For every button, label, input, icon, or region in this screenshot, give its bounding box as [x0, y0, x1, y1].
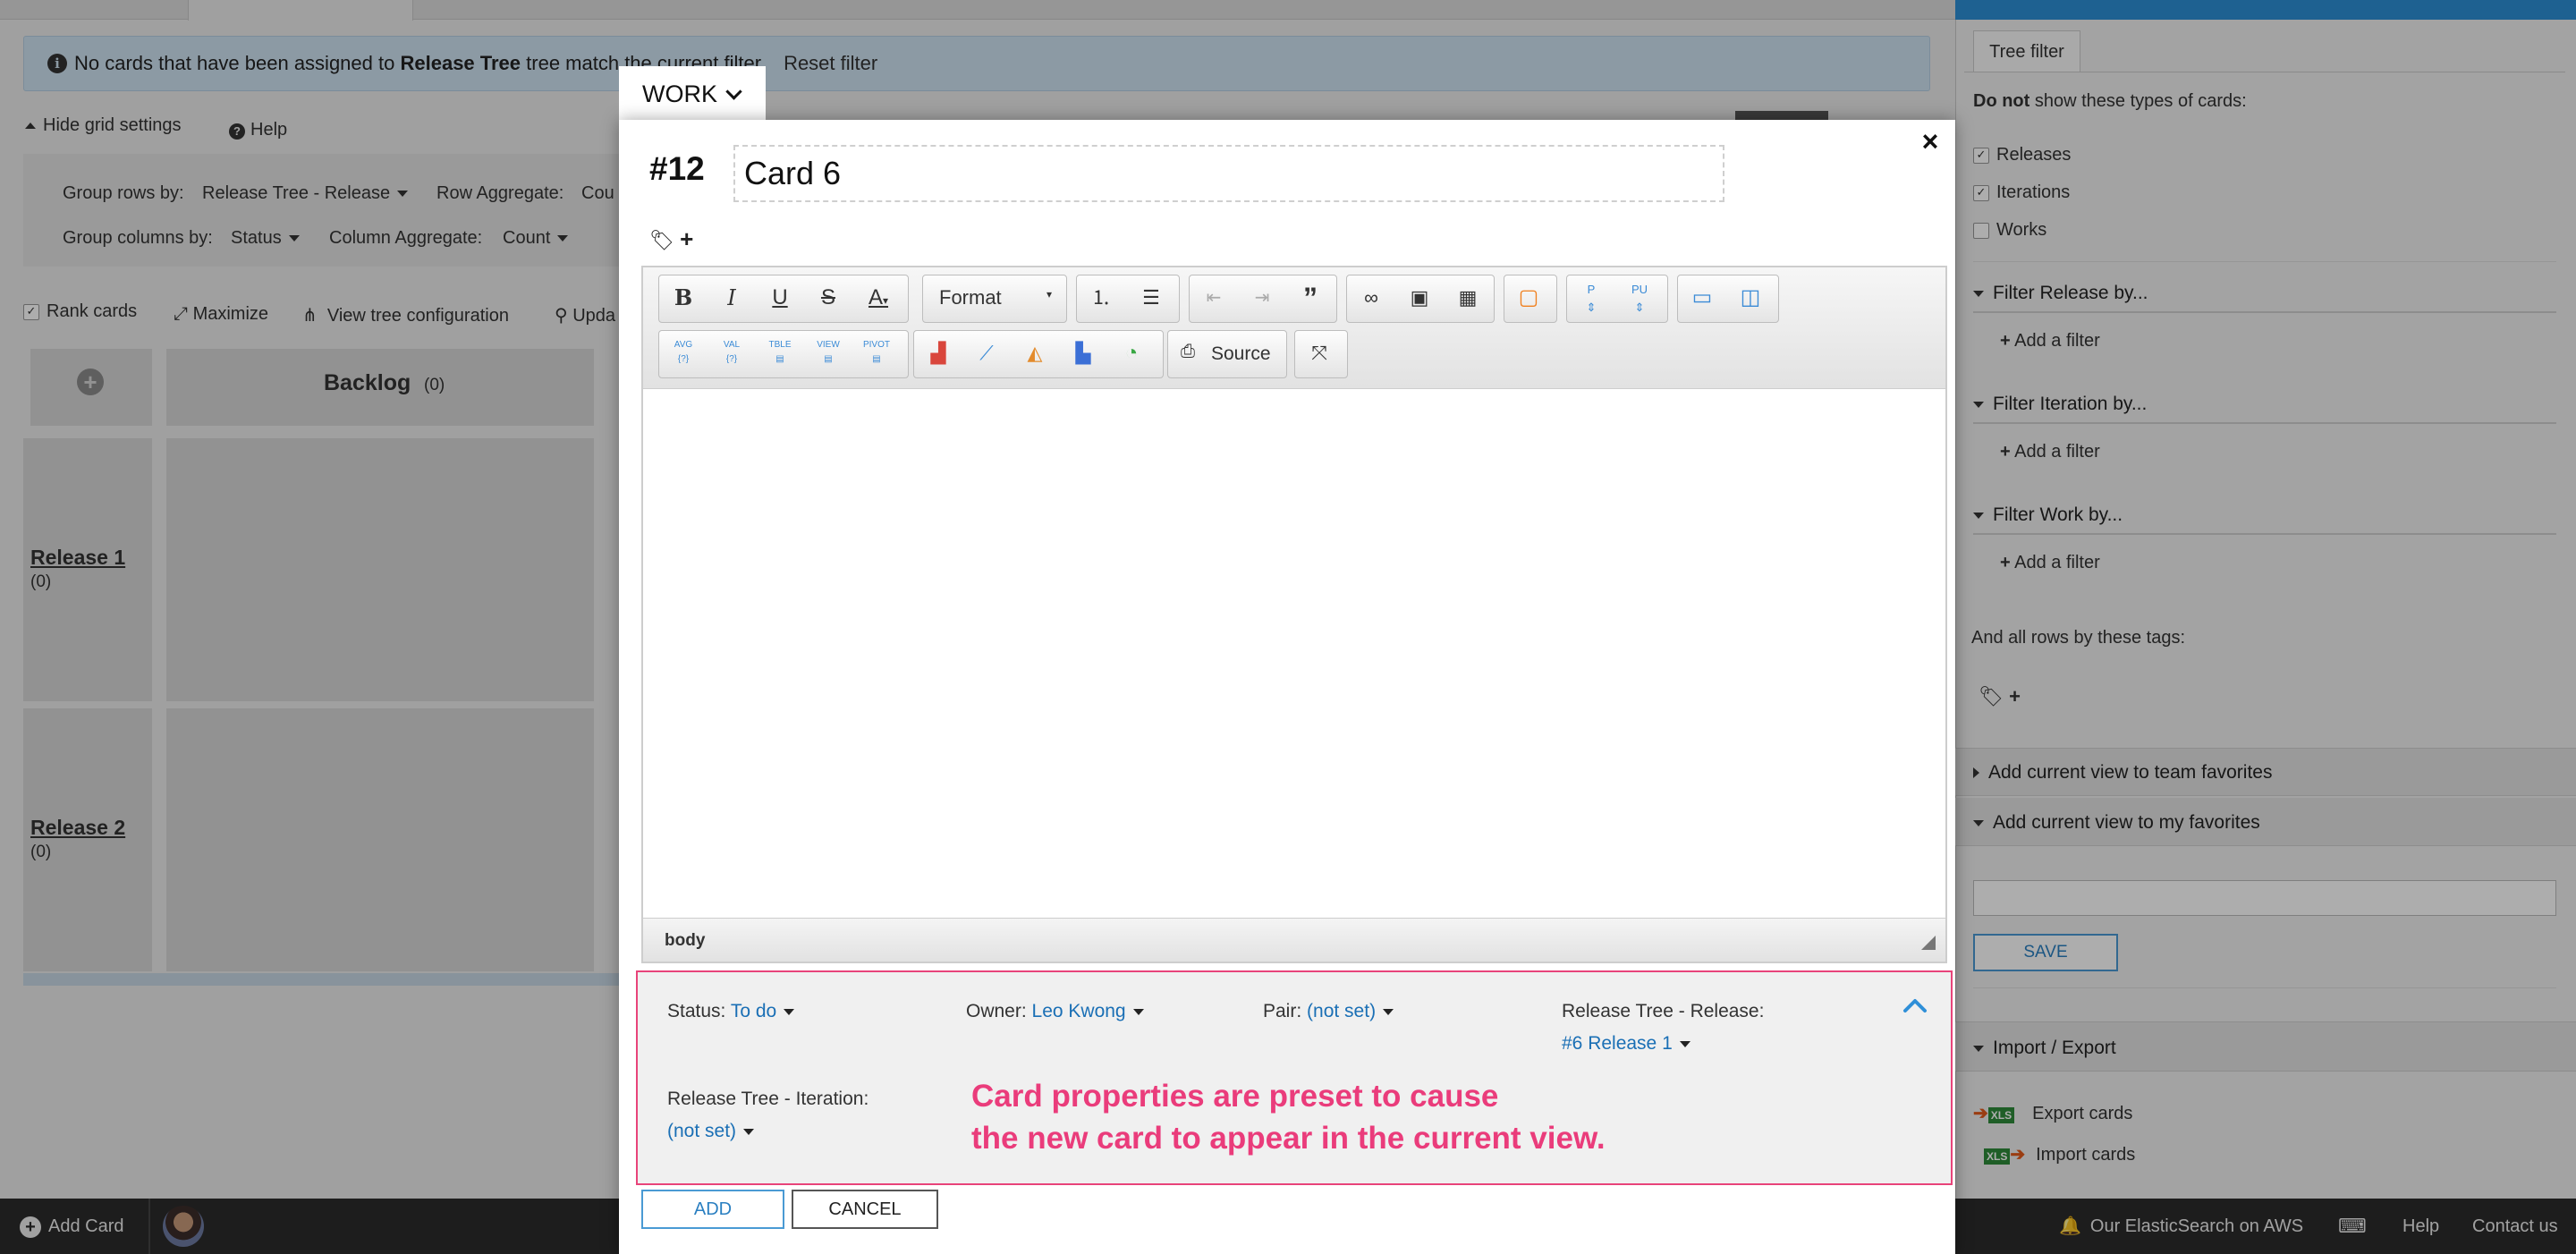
close-icon[interactable]: × [1914, 123, 1946, 159]
column-chart-icon[interactable]: ▙ [1063, 333, 1104, 374]
insert-group: ∞ ▣ ▦ [1346, 275, 1495, 323]
status-value[interactable]: To do [731, 1001, 776, 1021]
iteration-value[interactable]: (not set) [667, 1121, 736, 1141]
italic-button[interactable]: I [711, 277, 752, 318]
status-label: Status: [667, 1001, 726, 1021]
pair-label: Pair: [1263, 1001, 1302, 1021]
line-chart-icon[interactable]: ⟋ [966, 333, 1007, 374]
tags-icon: 🏷 [649, 229, 674, 251]
maximize-view-icon[interactable]: ▭ [1682, 277, 1723, 318]
cancel-button[interactable]: CANCEL [792, 1190, 938, 1229]
owner-label: Owner: [966, 1001, 1027, 1021]
release-property: #6 Release 1 [1562, 1033, 1690, 1055]
bulleted-list-icon[interactable]: ☰ [1131, 277, 1172, 318]
iframe-icon[interactable]: ▢ [1508, 277, 1549, 318]
element-path[interactable]: body [665, 931, 705, 950]
iteration-label: Release Tree - Iteration: [667, 1089, 869, 1109]
show-blocks-icon[interactable]: ◫ [1730, 277, 1771, 318]
chevron-down-icon [725, 83, 742, 100]
format-label: Format [939, 286, 1002, 309]
pivot-field-icon[interactable]: PIVOT ▤ [856, 333, 897, 379]
format-select[interactable]: Format ▾ [922, 275, 1067, 323]
card-tags-add[interactable]: 🏷 + [649, 225, 693, 253]
caret-down-icon[interactable] [1383, 1008, 1394, 1015]
iteration-property: (not set) [667, 1121, 755, 1142]
blockquote-icon[interactable]: ” [1290, 277, 1331, 318]
card-title-input[interactable]: Card 6 [733, 145, 1724, 202]
caret-down-icon[interactable] [784, 1008, 795, 1015]
add-button[interactable]: ADD [641, 1190, 784, 1229]
numbered-list-icon[interactable]: ⒈ [1080, 277, 1122, 318]
fullscreen-group: ⤧ [1294, 330, 1348, 378]
increase-indent-icon[interactable]: ⇥ [1241, 277, 1283, 318]
pair-value[interactable]: (not set) [1307, 1001, 1376, 1021]
area-chart-icon[interactable]: ◭ [1014, 333, 1055, 374]
table-field-icon[interactable]: TBLE ▤ [759, 333, 801, 379]
image-icon[interactable]: ▣ [1399, 277, 1440, 318]
decrease-indent-icon[interactable]: ⇤ [1193, 277, 1234, 318]
annotation-line-2: the new card to appear in the current vi… [971, 1121, 1606, 1156]
basic-styles-group: B I U S A▾ [658, 275, 909, 323]
table-icon[interactable]: ▦ [1447, 277, 1488, 318]
page-break-p-icon[interactable]: P ⇕ [1571, 277, 1612, 322]
annotation-callout: Card properties are preset to cause the … [971, 1075, 1606, 1159]
owner-property: Owner: Leo Kwong [966, 1001, 1144, 1022]
list-group: ⒈ ☰ [1076, 275, 1180, 323]
release-label: Release Tree - Release: [1562, 1001, 1765, 1021]
caret-down-icon[interactable] [1132, 1008, 1144, 1015]
editor-content-area[interactable] [643, 390, 1945, 918]
bold-button[interactable]: B [663, 277, 704, 318]
card-type-label: WORK [642, 80, 717, 107]
underline-button[interactable]: U [759, 277, 801, 318]
source-label: Source [1211, 343, 1271, 364]
text-color-button[interactable]: A▾ [858, 277, 899, 318]
release-value[interactable]: #6 Release 1 [1562, 1033, 1673, 1054]
editor-status-bar: body [643, 918, 1945, 962]
pair-property: Pair: (not set) [1263, 1001, 1394, 1022]
editor-toolbar: B I U S A▾ Format ▾ ⒈ ☰ ⇤ ⇥ ” ∞ ▣ ▦ ▢ P ⇕… [643, 267, 1945, 389]
source-button[interactable]: ⎙ Source [1167, 330, 1287, 378]
card-number: #12 [649, 150, 705, 187]
agg-field-icon[interactable]: AVG {?} [663, 333, 704, 379]
pie-chart-icon[interactable]: ◔ [1111, 333, 1152, 374]
page-break-group: P ⇕ PU ⇕ [1566, 275, 1668, 323]
caret-down-icon[interactable] [1679, 1040, 1690, 1047]
indent-group: ⇤ ⇥ ” [1189, 275, 1337, 323]
annotation-line-1: Card properties are preset to cause [971, 1079, 1499, 1114]
bar-chart-icon[interactable]: ▟ [918, 333, 959, 374]
view-field-icon[interactable]: VIEW ▤ [808, 333, 849, 379]
caret-down-icon: ▾ [1046, 288, 1053, 301]
source-icon: ⎙ [1181, 342, 1195, 361]
fullscreen-icon[interactable]: ⤧ [1299, 333, 1340, 374]
page-break-pu-icon[interactable]: PU ⇕ [1619, 277, 1660, 322]
owner-value[interactable]: Leo Kwong [1032, 1001, 1126, 1021]
view-group: ▭ ◫ [1677, 275, 1779, 323]
strikethrough-button[interactable]: S [808, 277, 849, 318]
fields-group: AVG {?} VAL {?} TBLE ▤ VIEW ▤ PIVOT ▤ [658, 330, 909, 378]
link-icon[interactable]: ∞ [1351, 277, 1392, 318]
card-type-dropdown[interactable]: WORK [619, 66, 766, 122]
iframe-group: ▢ [1504, 275, 1557, 323]
status-property: Status: To do [667, 1001, 795, 1022]
collapse-chevron-up-icon[interactable] [1900, 991, 1930, 1021]
caret-down-icon[interactable] [743, 1128, 755, 1135]
resize-handle[interactable] [1921, 936, 1936, 950]
plus-icon: + [680, 225, 694, 252]
charts-group: ▟ ⟋ ◭ ▙ ◔ [913, 330, 1164, 378]
val-field-icon[interactable]: VAL {?} [711, 333, 752, 379]
